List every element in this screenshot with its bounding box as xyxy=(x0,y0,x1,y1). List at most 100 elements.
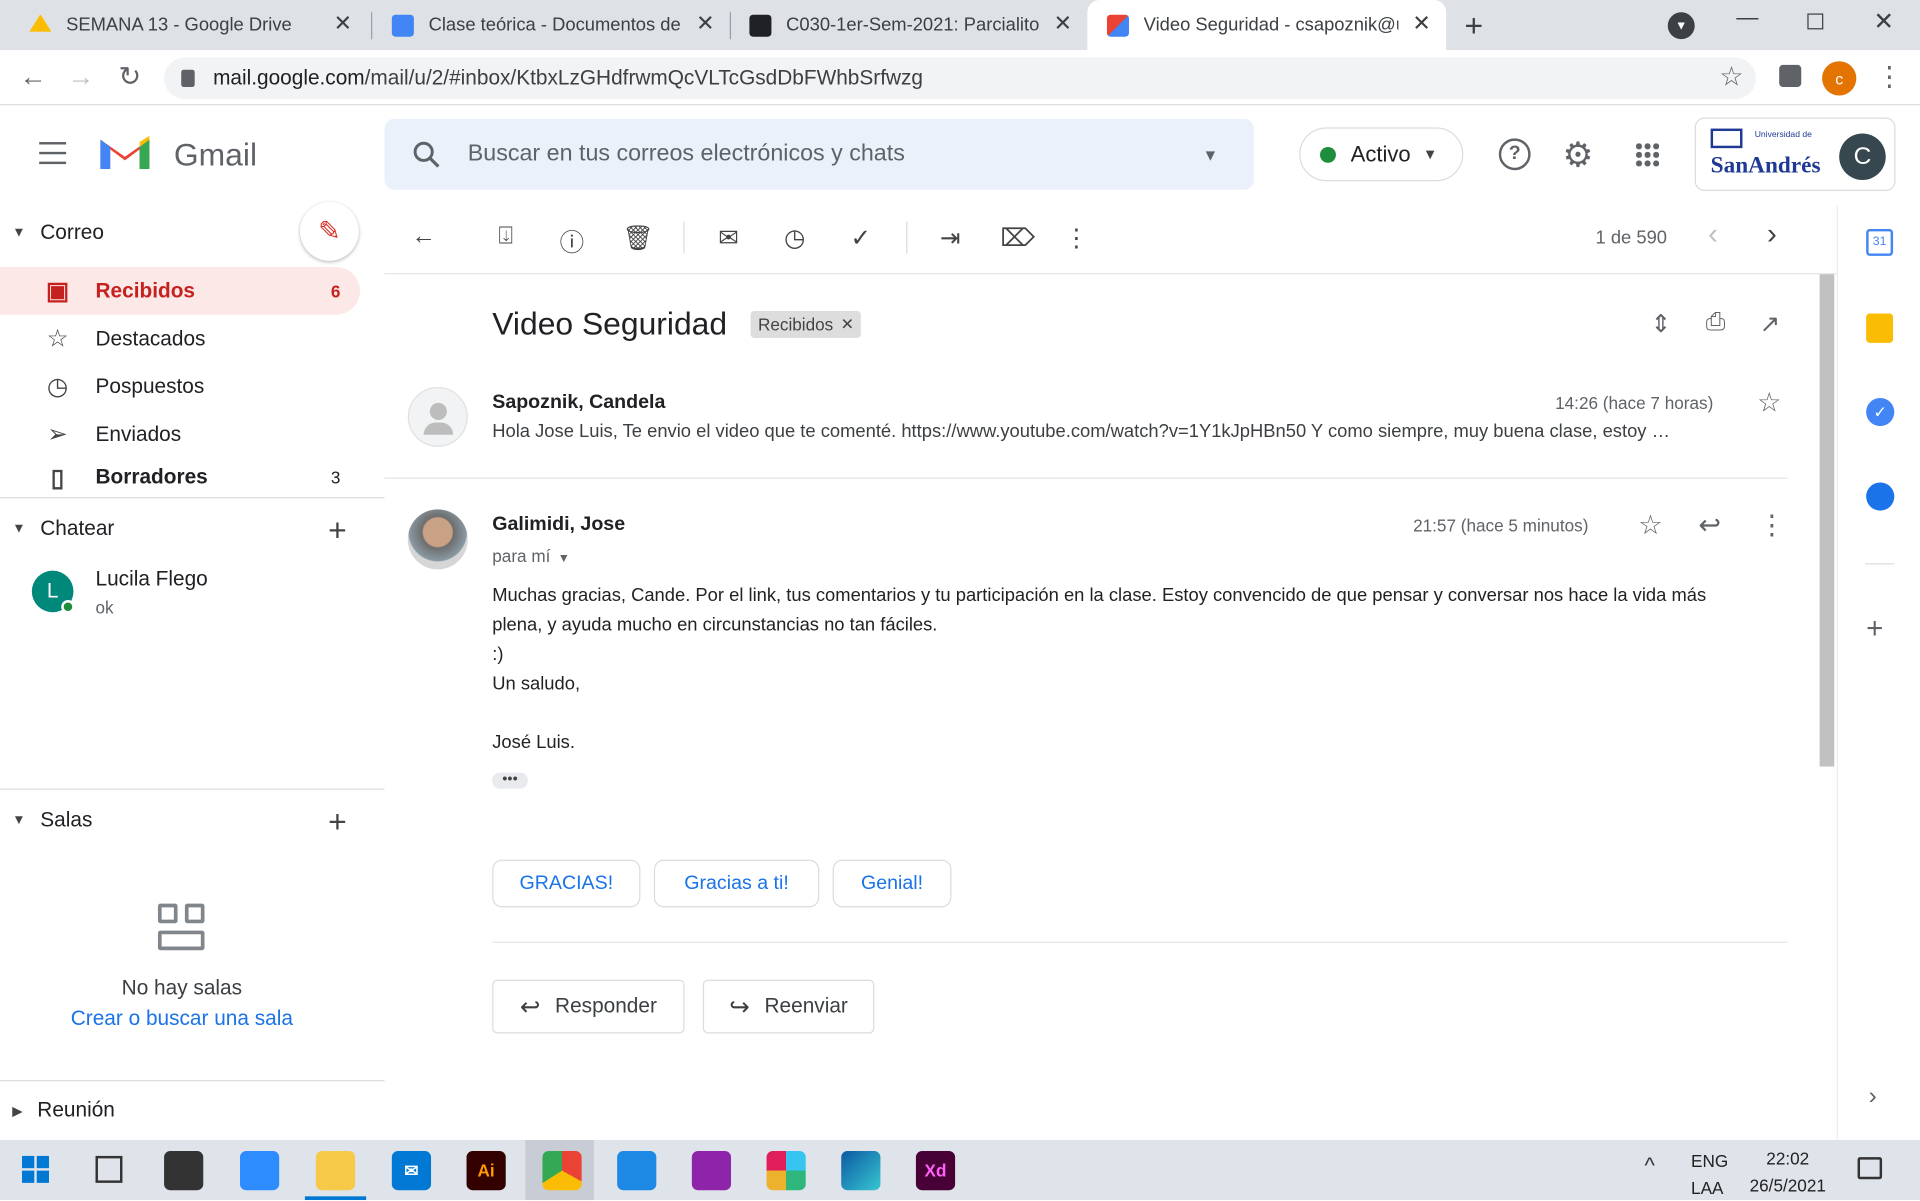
chat-contact-name[interactable]: Lucila Flego xyxy=(96,567,208,591)
snooze-clock-icon[interactable]: ◷ xyxy=(779,223,811,254)
forward-icon[interactable]: → xyxy=(64,61,98,93)
search-icon[interactable] xyxy=(411,140,440,169)
zoom-icon[interactable] xyxy=(240,1151,280,1191)
message-sender[interactable]: Galimidi, Jose xyxy=(492,514,625,536)
main-menu-icon[interactable] xyxy=(39,142,67,171)
close-tab-icon[interactable]: ✕ xyxy=(331,11,355,37)
mark-unread-icon[interactable]: ✉ xyxy=(713,223,745,254)
reply-arrow-icon[interactable]: ↩ xyxy=(1698,509,1721,541)
account-avatar[interactable]: C xyxy=(1839,133,1886,181)
chrome-menu-icon[interactable]: ⋮ xyxy=(1876,61,1903,93)
section-meet[interactable]: ▶ Reunión xyxy=(12,1098,115,1122)
calendar-icon[interactable]: 31 xyxy=(1866,228,1894,256)
reply-button[interactable]: ↩ Responder xyxy=(492,979,685,1034)
recipient-details[interactable]: para mí ▼ xyxy=(492,546,570,566)
new-tab-icon[interactable]: + xyxy=(1465,7,1484,45)
whatsapp-icon[interactable] xyxy=(691,1151,732,1191)
sidebar-item-sent[interactable]: ➢ Enviados xyxy=(0,410,360,458)
contacts-icon[interactable] xyxy=(1866,482,1895,511)
remove-label-icon[interactable]: ✕ xyxy=(841,315,854,335)
apps-grid-icon[interactable] xyxy=(1634,142,1660,167)
sender-photo-avatar[interactable] xyxy=(407,509,468,570)
smart-reply-chip[interactable]: Gracias a ti! xyxy=(653,859,820,908)
smart-reply-chip[interactable]: GRACIAS! xyxy=(492,859,641,908)
tasks-icon[interactable]: ✓ xyxy=(1866,397,1895,427)
illustrator-icon[interactable]: Ai xyxy=(466,1151,506,1191)
show-trimmed-content-icon[interactable]: ••• xyxy=(492,771,528,789)
edge-icon[interactable] xyxy=(841,1151,881,1191)
minimize-icon[interactable]: — xyxy=(1736,5,1758,31)
tab-parcialito[interactable]: C030-1er-Sem-2021: Parcialito 3 ✕ xyxy=(720,0,1087,50)
message-sender[interactable]: Sapoznik, Candela xyxy=(492,392,665,414)
tab-drive[interactable]: SEMANA 13 - Google Drive ✕ xyxy=(0,0,367,50)
find-room-link[interactable]: Crear o buscar una sala xyxy=(0,1007,364,1031)
notifications-icon[interactable] xyxy=(1857,1157,1883,1180)
delete-trash-icon[interactable]: 🗑 xyxy=(622,223,654,254)
print-icon[interactable]: ⎙ xyxy=(1706,309,1726,337)
get-addons-plus-icon[interactable]: + xyxy=(1866,612,1883,646)
smart-reply-chip[interactable]: Genial! xyxy=(832,859,952,908)
more-options-icon[interactable]: ⋮ xyxy=(1060,223,1092,254)
slack-icon[interactable] xyxy=(766,1151,806,1191)
section-mail[interactable]: ▼ Correo xyxy=(12,220,104,244)
file-explorer-icon[interactable] xyxy=(315,1151,356,1191)
expand-all-icon[interactable]: ⇕ xyxy=(1651,309,1672,340)
expand-panel-chevron-icon[interactable]: › xyxy=(1869,1082,1877,1110)
archive-icon[interactable]: ⍗ xyxy=(490,223,522,251)
move-to-icon[interactable]: ⇥ xyxy=(934,223,966,254)
close-tab-icon[interactable]: ✕ xyxy=(1051,11,1075,37)
help-icon[interactable]: ? xyxy=(1498,138,1531,171)
restore-icon[interactable] xyxy=(1807,13,1824,30)
search-options-icon[interactable]: ▼ xyxy=(1202,146,1218,164)
reload-icon[interactable]: ↻ xyxy=(113,61,147,93)
chrome-icon[interactable] xyxy=(542,1151,582,1191)
tab-gmail-active[interactable]: Video Seguridad - csapoznik@uc ✕ xyxy=(1087,0,1447,51)
search-input[interactable]: Buscar en tus correos electrónicos y cha… xyxy=(468,141,905,168)
bookmark-star-icon[interactable]: ☆ xyxy=(1714,61,1748,93)
task-view-icon[interactable] xyxy=(95,1155,123,1183)
close-window-icon[interactable]: ✕ xyxy=(1873,6,1894,37)
message-snippet[interactable]: Hola Jose Luis, Te envio el video que te… xyxy=(492,421,1785,442)
settings-gear-icon[interactable]: ⚙ xyxy=(1562,135,1593,175)
close-tab-icon[interactable]: ✕ xyxy=(693,11,717,37)
star-icon[interactable]: ☆ xyxy=(1638,509,1662,541)
add-task-icon[interactable]: ✓ xyxy=(845,223,877,254)
forward-button[interactable]: ↪ Reenviar xyxy=(702,979,875,1034)
scrollbar-thumb[interactable] xyxy=(1819,274,1835,767)
account-switcher[interactable]: Universidad de SanAndrés C xyxy=(1694,117,1896,192)
close-tab-icon[interactable]: ✕ xyxy=(1409,11,1433,37)
sidebar-item-inbox[interactable]: ▣ Recibidos 6 xyxy=(0,266,361,315)
sidebar-item-starred[interactable]: ☆ Destacados xyxy=(0,315,360,363)
compose-pencil-icon[interactable]: ✎ xyxy=(300,202,359,261)
new-chat-plus-icon[interactable]: + xyxy=(328,514,347,546)
tab-search-icon[interactable]: ▼ xyxy=(1667,12,1695,40)
sidebar-item-snoozed[interactable]: ◷ Pospuestos xyxy=(0,362,360,410)
message-more-icon[interactable]: ⋮ xyxy=(1758,509,1785,541)
open-new-window-icon[interactable]: ↗ xyxy=(1760,309,1781,340)
profile-avatar[interactable]: c xyxy=(1822,61,1857,96)
mail-app-icon[interactable]: ✉ xyxy=(391,1151,432,1191)
windows-start-icon[interactable] xyxy=(22,1155,49,1183)
section-chat[interactable]: ▼ Chatear xyxy=(12,517,114,541)
app-icon[interactable] xyxy=(617,1151,657,1191)
back-icon[interactable]: ← xyxy=(16,61,50,93)
older-chevron-icon[interactable]: › xyxy=(1756,218,1788,252)
sidebar-item-drafts[interactable]: ▯ Borradores 3 xyxy=(0,459,360,496)
keep-icon[interactable] xyxy=(1866,313,1894,343)
store-icon[interactable] xyxy=(164,1151,204,1191)
new-room-plus-icon[interactable]: + xyxy=(328,806,347,838)
back-to-inbox-icon[interactable]: ← xyxy=(408,223,440,251)
section-rooms[interactable]: ▼ Salas xyxy=(12,808,92,832)
search-bar[interactable]: Buscar en tus correos electrónicos y cha… xyxy=(384,118,1254,190)
tab-docs[interactable]: Clase teórica - Documentos de G ✕ xyxy=(362,0,729,50)
label-tag-icon[interactable]: ⌦ xyxy=(1000,223,1035,254)
address-bar[interactable]: mail.google.com/mail/u/2/#inbox/KtbxLzGH… xyxy=(164,57,1756,100)
language-indicator[interactable]: ENG LAA xyxy=(1691,1147,1728,1201)
newer-chevron-icon[interactable]: ‹ xyxy=(1697,218,1729,252)
xd-icon[interactable]: Xd xyxy=(915,1151,956,1191)
clock[interactable]: 22:02 26/5/2021 xyxy=(1744,1145,1832,1199)
status-button[interactable]: Activo ▼ xyxy=(1299,127,1464,182)
report-spam-icon[interactable]: ⓘ xyxy=(556,223,588,259)
extensions-icon[interactable] xyxy=(1779,64,1802,87)
star-icon[interactable]: ☆ xyxy=(1757,387,1781,419)
